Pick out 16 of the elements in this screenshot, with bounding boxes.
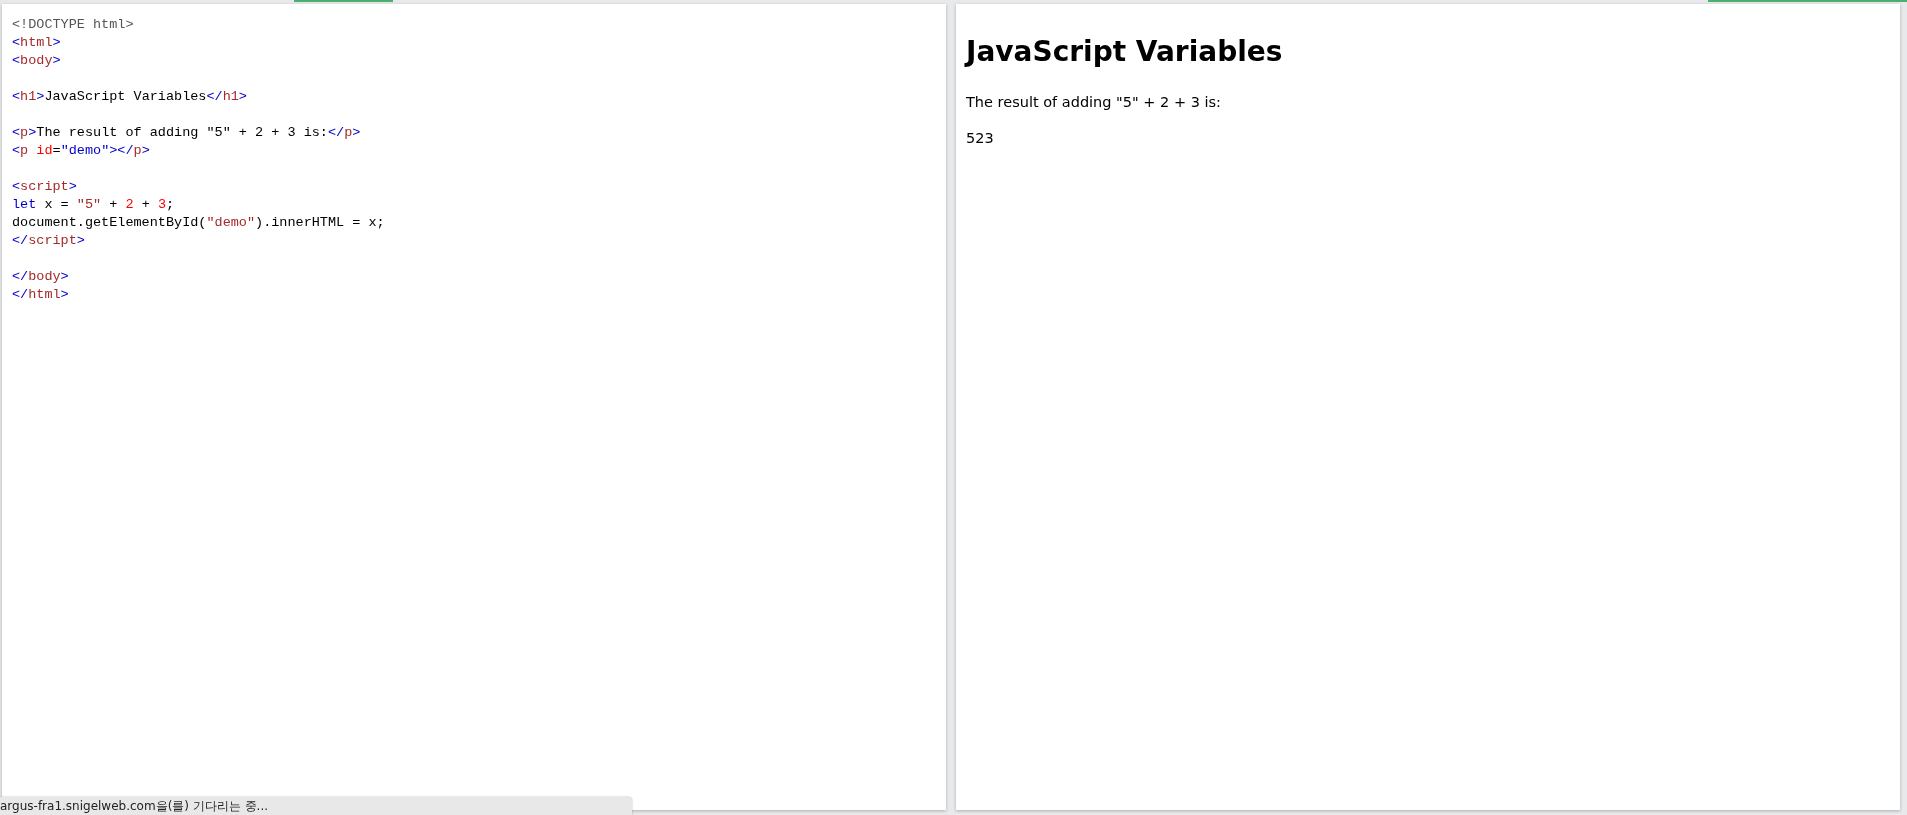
code-line: </body> — [12, 268, 70, 286]
result-paragraph: The result of adding "5" + 2 + 3 is: — [966, 94, 1222, 110]
result-paragraph: 523 — [966, 130, 995, 146]
code-line: document.getElementById("demo").innerHTML = x; — [12, 214, 386, 232]
code-line: <body> — [12, 52, 62, 70]
code-line: <html> — [12, 34, 62, 52]
code-line: <p id="demo"></p> — [12, 142, 151, 160]
code-line: let x = "5" + 2 + 3; — [12, 196, 176, 214]
code-line: </html> — [12, 286, 70, 304]
code-line: <script> — [12, 178, 78, 196]
code-line: <p>The result of adding "5" + 2 + 3 is:</p> — [12, 124, 362, 142]
code-line: <!DOCTYPE html> — [12, 16, 135, 34]
status-text: argus-fra1.snigelweb.com을(를) 기다리는 중... — [0, 797, 632, 815]
code-line: </script> — [12, 232, 86, 250]
code-line: <h1>JavaScript Variables</h1> — [12, 88, 248, 106]
page-heading: JavaScript Variables — [966, 35, 1284, 68]
